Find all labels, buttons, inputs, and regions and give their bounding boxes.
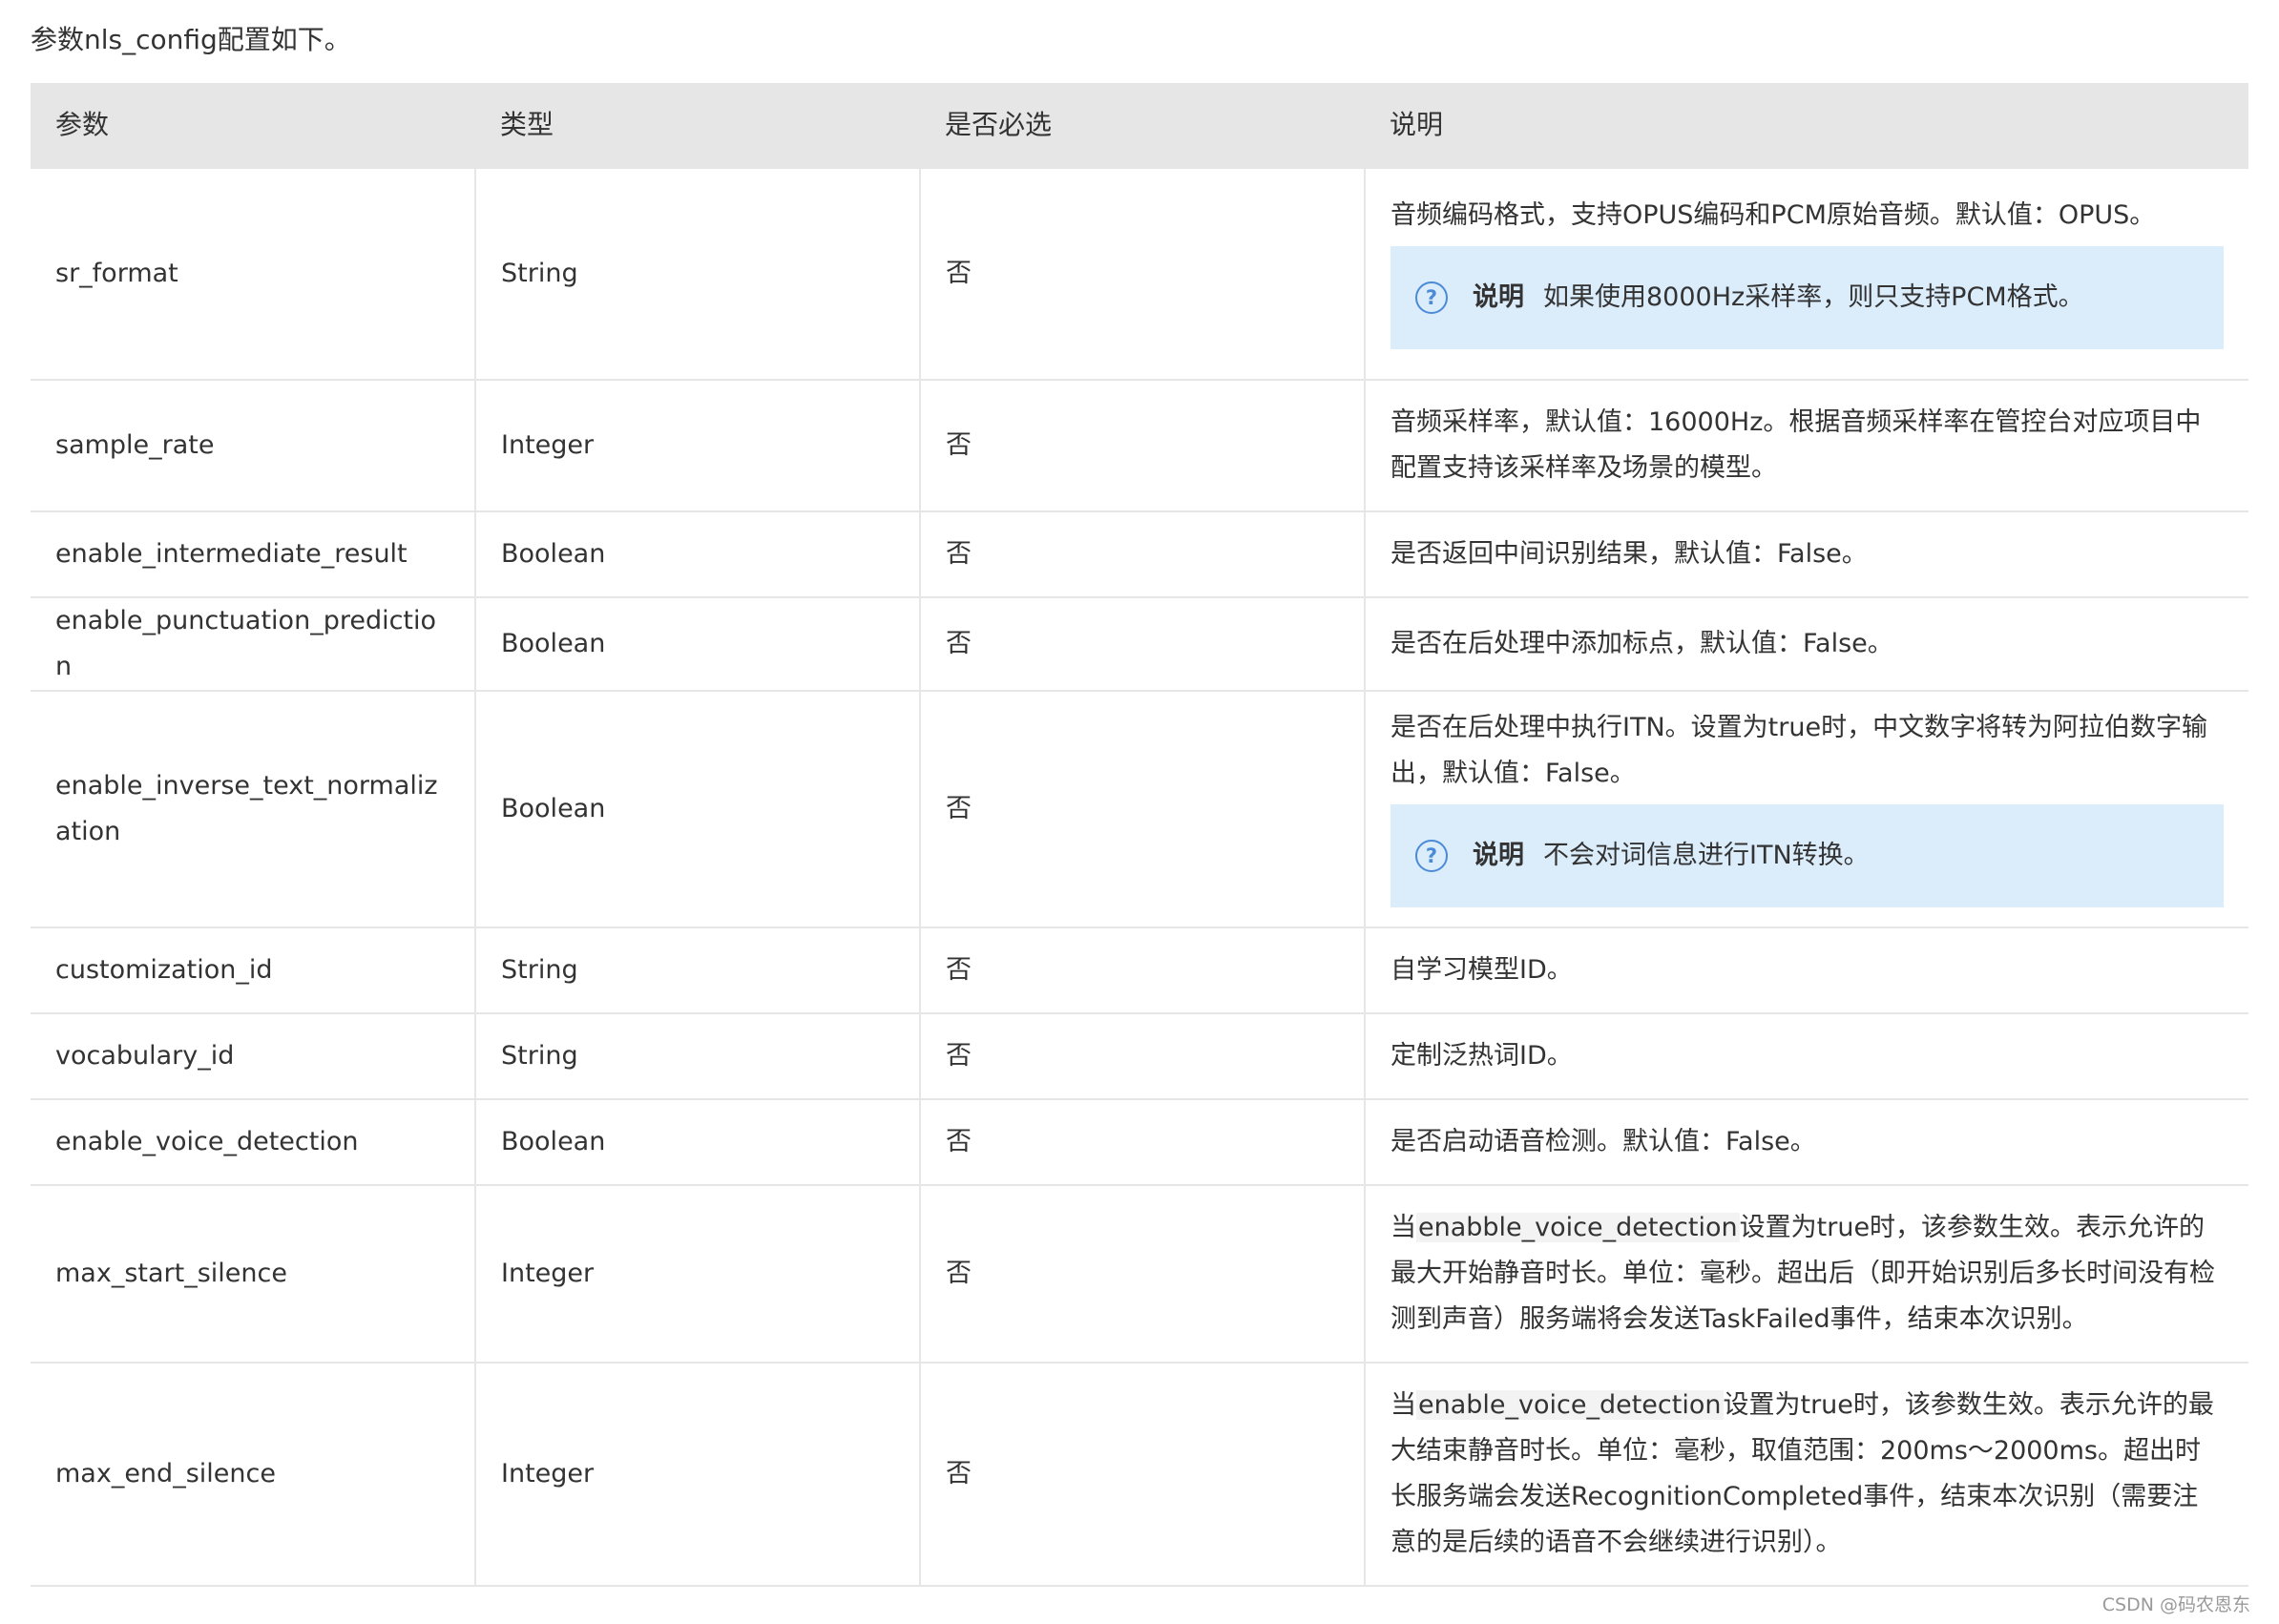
description-prefix: 当 (1390, 1390, 1416, 1420)
param-type: String (475, 168, 921, 381)
description-text: 音频编码格式，支持OPUS编码和PCM原始音频。默认值：OPUS。 (1390, 200, 2156, 230)
param-required: 否 (920, 168, 1366, 381)
param-required: 否 (920, 511, 1366, 598)
note-text: 不会对词信息进行ITN转换。 (1543, 841, 1870, 870)
note-box: ? 说明 如果使用8000Hz采样率，则只支持PCM格式。 (1390, 246, 2224, 349)
intro-text: 参数nls_config配置如下。 (31, 24, 351, 55)
table-row: enable_voice_detection Boolean 否 是否启动语音检… (31, 1099, 2248, 1186)
header-required: 是否必选 (920, 83, 1365, 169)
question-circle-icon: ? (1415, 281, 1448, 314)
table-row: sample_rate Integer 否 音频采样率，默认值：16000Hz。… (31, 380, 2248, 512)
table-row: enable_intermediate_result Boolean 否 是否返… (31, 511, 2248, 598)
params-table: 参数 类型 是否必选 说明 sr_format String 否 音频编码格式，… (31, 83, 2248, 1587)
param-description: 音频编码格式，支持OPUS编码和PCM原始音频。默认值：OPUS。 ? 说明 如… (1365, 168, 2248, 381)
param-type: String (475, 927, 921, 1014)
param-type: Boolean (475, 597, 921, 692)
param-type: String (475, 1013, 921, 1100)
param-name: sr_format (31, 168, 476, 381)
param-required: 否 (920, 927, 1366, 1014)
header-description: 说明 (1365, 83, 2248, 169)
note-title: 说明 (1473, 841, 1524, 870)
question-circle-icon: ? (1415, 840, 1448, 872)
table-row: customization_id String 否 自学习模型ID。 (31, 927, 2248, 1014)
note-title: 说明 (1473, 282, 1524, 312)
note-box: ? 说明 不会对词信息进行ITN转换。 (1390, 804, 2224, 907)
param-name: enable_voice_detection (31, 1099, 476, 1186)
param-name: enable_intermediate_result (31, 511, 476, 598)
table-row: vocabulary_id String 否 定制泛热词ID。 (31, 1013, 2248, 1100)
param-required: 否 (920, 1363, 1366, 1587)
param-description: 是否在后处理中添加标点，默认值：False。 (1365, 597, 2248, 692)
param-type: Integer (475, 1363, 921, 1587)
watermark: CSDN @码农恩东 (2101, 1594, 2250, 1615)
table-row: max_end_silence Integer 否 当enable_voice_… (31, 1363, 2248, 1587)
description-prefix: 当 (1390, 1213, 1416, 1242)
param-type: Integer (475, 380, 921, 512)
param-required: 否 (920, 597, 1366, 692)
param-type: Boolean (475, 1099, 921, 1186)
param-name: vocabulary_id (31, 1013, 476, 1100)
param-description: 自学习模型ID。 (1365, 927, 2248, 1014)
table-row: sr_format String 否 音频编码格式，支持OPUS编码和PCM原始… (31, 168, 2248, 381)
param-required: 否 (920, 1013, 1366, 1100)
param-name: enable_punctuation_prediction (31, 597, 476, 692)
param-name: sample_rate (31, 380, 476, 512)
param-required: 否 (920, 1099, 1366, 1186)
note-text: 如果使用8000Hz采样率，则只支持PCM格式。 (1543, 282, 2084, 312)
table-row: max_start_silence Integer 否 当enabble_voi… (31, 1185, 2248, 1364)
param-name: max_end_silence (31, 1363, 476, 1587)
header-param: 参数 (31, 83, 475, 169)
inline-code: enabble_voice_detection (1416, 1213, 1740, 1242)
header-type: 类型 (475, 83, 920, 169)
param-description: 是否返回中间识别结果，默认值：False。 (1365, 511, 2248, 598)
param-description: 当enable_voice_detection设置为true时，该参数生效。表示… (1365, 1363, 2248, 1587)
inline-code: enable_voice_detection (1416, 1390, 1724, 1420)
param-description: 是否在后处理中执行ITN。设置为true时，中文数字将转为阿拉伯数字输出，默认值… (1365, 691, 2248, 928)
param-description: 当enabble_voice_detection设置为true时，该参数生效。表… (1365, 1185, 2248, 1364)
param-description: 音频采样率，默认值：16000Hz。根据音频采样率在管控台对应项目中配置支持该采… (1365, 380, 2248, 512)
param-type: Boolean (475, 511, 921, 598)
param-name: customization_id (31, 927, 476, 1014)
description-text: 是否在后处理中执行ITN。设置为true时，中文数字将转为阿拉伯数字输出，默认值… (1390, 713, 2208, 788)
param-name: max_start_silence (31, 1185, 476, 1364)
param-required: 否 (920, 1185, 1366, 1364)
param-description: 是否启动语音检测。默认值：False。 (1365, 1099, 2248, 1186)
param-type: Boolean (475, 691, 921, 928)
param-description: 定制泛热词ID。 (1365, 1013, 2248, 1100)
table-header-row: 参数 类型 是否必选 说明 (31, 83, 2248, 169)
table-row: enable_inverse_text_normalization Boolea… (31, 691, 2248, 928)
param-name: enable_inverse_text_normalization (31, 691, 476, 928)
param-required: 否 (920, 380, 1366, 512)
table-row: enable_punctuation_prediction Boolean 否 … (31, 597, 2248, 692)
param-required: 否 (920, 691, 1366, 928)
param-type: Integer (475, 1185, 921, 1364)
